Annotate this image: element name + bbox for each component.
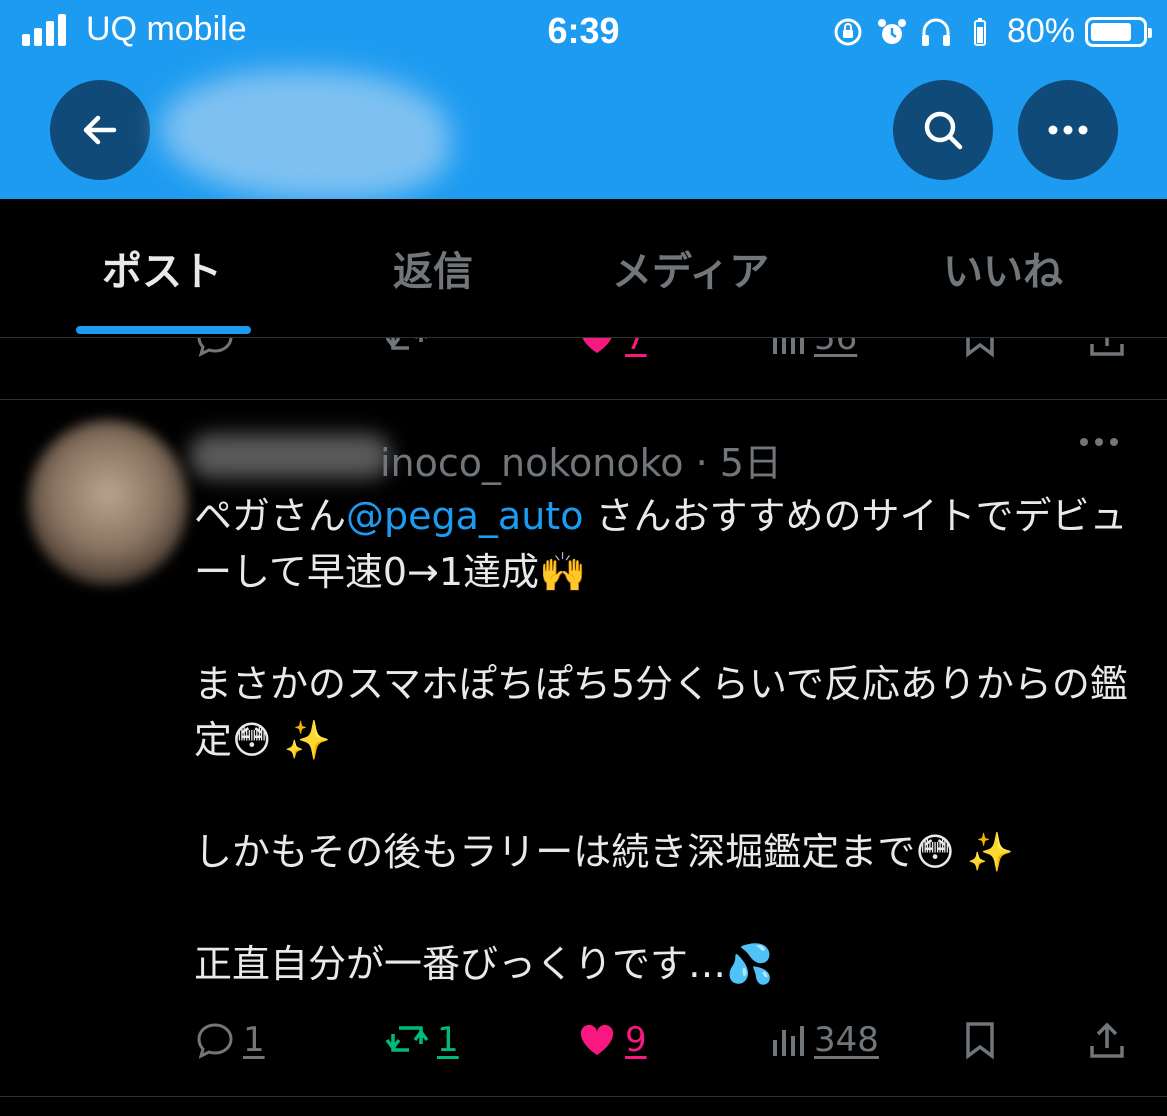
heart-filled-icon	[580, 1024, 614, 1055]
post-text: ペガさん@pega_auto さんおすすめのサイトでデビューして早速0→1達成🙌…	[194, 488, 1144, 992]
headphone-battery-icon	[963, 15, 997, 49]
reply-count: 1	[243, 1020, 265, 1060]
more-button[interactable]	[1018, 80, 1118, 180]
prev-post-actions: 7 56	[0, 338, 1167, 380]
avatar[interactable]	[28, 420, 188, 585]
like-count: 7	[625, 338, 647, 358]
reply-icon	[197, 338, 233, 357]
reply-icon	[197, 1023, 233, 1059]
tab-media[interactable]: メディア	[612, 239, 769, 297]
views-button[interactable]: 56	[770, 338, 857, 358]
repost-count: 1	[437, 1020, 459, 1060]
headphones-icon	[919, 15, 953, 49]
share-icon	[1090, 1022, 1124, 1058]
views-button[interactable]: 348	[770, 1020, 879, 1060]
share-button[interactable]	[1088, 1020, 1126, 1060]
post-handle[interactable]: inoco_nokonoko	[380, 441, 684, 485]
reply-button[interactable]: 1	[195, 1020, 265, 1060]
status-bar: UQ mobile 6:39 80%	[0, 0, 1167, 66]
heart-filled-icon	[582, 338, 612, 353]
view-count: 348	[814, 1020, 879, 1060]
mention-link[interactable]: @pega_auto	[346, 494, 583, 538]
repost-icon	[385, 338, 427, 350]
post-time[interactable]: 5日	[720, 441, 782, 485]
tab-replies[interactable]: 返信	[393, 239, 473, 297]
bookmark-button[interactable]	[963, 338, 997, 358]
like-count: 9	[625, 1020, 647, 1060]
bookmark-icon	[966, 338, 994, 358]
post-actions: 1 1 9 348	[0, 1012, 1167, 1072]
bookmark-button[interactable]	[963, 1020, 997, 1060]
blurred-display-name	[190, 434, 390, 478]
post-more-icon[interactable]	[1080, 438, 1118, 446]
post-text-lead: ペガさん	[194, 494, 347, 538]
repost-button[interactable]: 1	[385, 1020, 459, 1060]
share-button[interactable]	[1088, 338, 1126, 358]
tab-posts[interactable]: ポスト	[102, 239, 222, 297]
active-tab-indicator	[76, 326, 251, 334]
search-button[interactable]	[893, 80, 993, 180]
reply-button[interactable]	[195, 338, 235, 358]
battery-icon	[1085, 16, 1152, 47]
tab-likes[interactable]: いいね	[943, 239, 1063, 297]
bookmark-icon	[966, 1022, 994, 1060]
share-icon	[1090, 338, 1124, 356]
meta-separator: ·	[695, 441, 708, 485]
like-button[interactable]: 9	[577, 1020, 647, 1060]
profile-header: UQ mobile 6:39 80%	[0, 0, 1167, 200]
post-meta: inoco_nokonoko · 5日	[380, 432, 782, 487]
arrow-left-icon	[83, 115, 117, 145]
blurred-profile-name	[160, 70, 450, 200]
back-button[interactable]	[50, 80, 150, 180]
battery-percent: 80%	[1006, 12, 1075, 50]
post-divider-bottom	[0, 1096, 1167, 1097]
analytics-icon	[773, 1026, 804, 1056]
repost-icon	[385, 1026, 429, 1052]
like-button[interactable]: 7	[577, 338, 647, 358]
profile-tabs: ポスト 返信 メディア いいね	[0, 199, 1167, 338]
more-horizontal-icon	[1048, 125, 1088, 135]
repost-button[interactable]	[385, 338, 429, 358]
rotation-lock-icon	[831, 15, 865, 49]
view-count: 56	[814, 338, 858, 358]
post-text-body: さんおすすめのサイトでデビューして早速0→1達成🙌 まさかのスマホぽちぽち5分く…	[194, 494, 1128, 986]
post-divider	[0, 399, 1167, 400]
status-right: 80%	[831, 12, 1152, 51]
analytics-icon	[773, 338, 804, 354]
alarm-icon	[875, 15, 909, 49]
search-icon	[924, 111, 963, 150]
